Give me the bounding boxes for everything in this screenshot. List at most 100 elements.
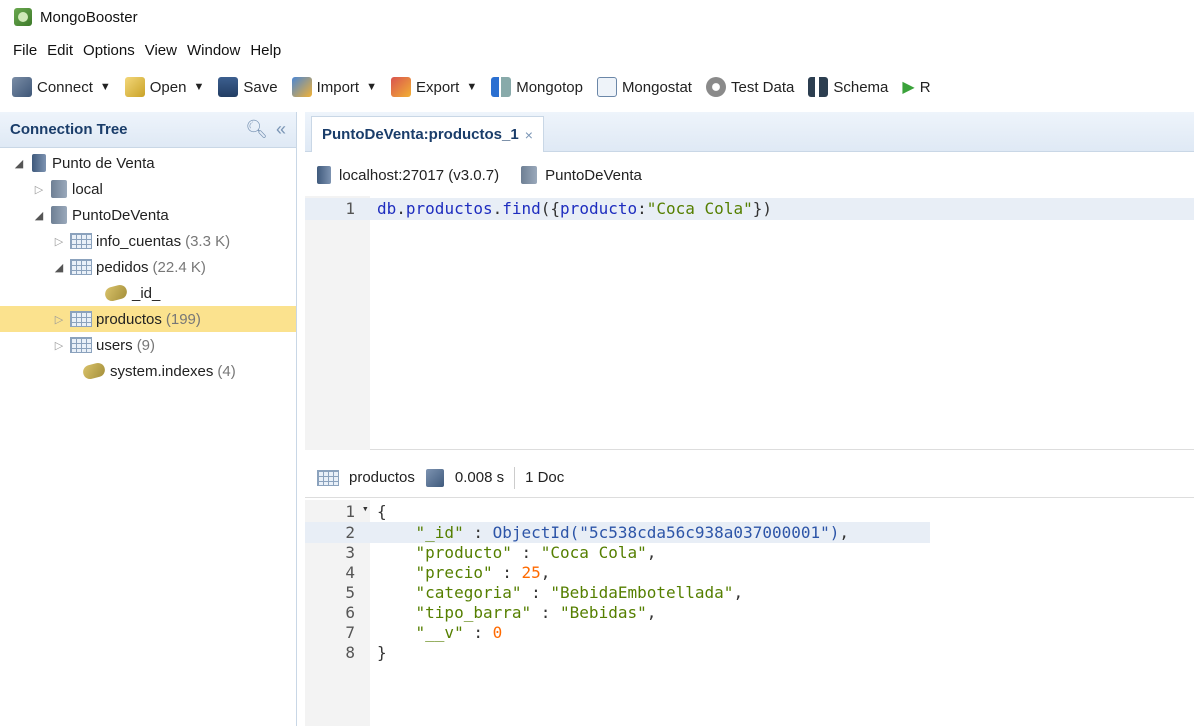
tab-query[interactable]: PuntoDeVenta:productos_1 × [311, 116, 544, 152]
tree-item-punto-de-venta[interactable]: ◢ Punto de Venta [0, 150, 296, 176]
query-editor[interactable]: 1 db.productos.find({producto:"Coca Cola… [305, 196, 1194, 450]
collapsed-arrow-icon[interactable]: ▷ [52, 235, 66, 248]
toolbar: Connect ▼ Open ▼ Save Import ▼ Export ▼ … [0, 70, 1194, 104]
tree-item-puntodeventa[interactable]: ◢ PuntoDeVenta [0, 202, 296, 228]
menu-options[interactable]: Options [78, 42, 140, 59]
import-button[interactable]: Import ▼ [291, 77, 377, 97]
result-line: 6 "tipo_barra" : "Bebidas", [305, 603, 1194, 623]
field-value: "Coca Cola" [540, 543, 647, 562]
expanded-arrow-icon[interactable]: ◢ [12, 157, 26, 170]
tree-item-count: (4) [217, 362, 236, 380]
result-line: 1 ▾{ [305, 502, 1194, 522]
mongotop-button[interactable]: Mongotop [491, 77, 583, 97]
tree-item-label: users [96, 336, 133, 354]
result-line: 3 "producto" : "Coca Cola", [305, 543, 1194, 563]
tree-item-local[interactable]: ▷ local [0, 176, 296, 202]
field-value: "Bebidas" [560, 603, 647, 622]
run-button[interactable]: ▶ R [902, 77, 930, 97]
save-button[interactable]: Save [218, 77, 278, 97]
close-icon[interactable]: × [525, 127, 533, 143]
server-address: localhost:27017 (v3.0.7) [339, 166, 500, 184]
chevron-down-icon: ▼ [366, 81, 377, 93]
result-code: "categoria" : "BebidaEmbotellada", [415, 583, 744, 602]
test-data-button[interactable]: Test Data [705, 77, 794, 97]
result-code: "_id" : ObjectId("5c538cda56c938a0370000… [415, 523, 850, 542]
result-line: 4 "precio" : 25, [305, 563, 1194, 583]
search-icon[interactable]: 🔍︎ [245, 119, 268, 140]
expanded-arrow-icon[interactable]: ◢ [32, 209, 46, 222]
connection-tree-panel: Connection Tree 🔍︎ « ◢ Punto de Venta ▷ … [0, 112, 297, 726]
collapsed-arrow-icon[interactable]: ▷ [32, 183, 46, 196]
connect-button[interactable]: Connect ▼ [12, 77, 111, 97]
schema-button[interactable]: Schema [808, 77, 888, 97]
connection-tree: ◢ Punto de Venta ▷ local ◢ PuntoDeVenta … [0, 150, 296, 384]
connect-icon [12, 77, 32, 97]
menu-window[interactable]: Window [182, 42, 245, 59]
editor-tab-bar: PuntoDeVenta:productos_1 × [305, 112, 1194, 152]
field-key: "__v" [415, 623, 464, 642]
result-code: "tipo_barra" : "Bebidas", [415, 603, 657, 622]
tree-item-label: Punto de Venta [52, 154, 155, 172]
collapsed-arrow-icon[interactable]: ▷ [52, 339, 66, 352]
tree-item-users[interactable]: ▷ users (9) [0, 332, 296, 358]
open-button[interactable]: Open ▼ [124, 77, 204, 97]
connection-info-bar: localhost:27017 (v3.0.7) PuntoDeVenta [305, 158, 1194, 192]
fold-arrow-icon[interactable]: ▾ [362, 502, 369, 515]
tree-item-label: pedidos [96, 258, 149, 276]
collection-icon [70, 311, 92, 327]
tree-item-productos[interactable]: ▷ productos (199) [0, 306, 296, 332]
app-title: MongoBooster [40, 8, 138, 26]
code-collection: productos [405, 199, 493, 218]
menu-help[interactable]: Help [245, 42, 286, 59]
result-line: 8 } [305, 643, 1194, 663]
query-code: db.productos.find({producto:"Coca Cola"}… [377, 199, 772, 218]
run-label: R [919, 78, 931, 96]
collection-icon [70, 259, 92, 275]
field-key: "precio" [415, 563, 493, 582]
editor-gutter [305, 196, 370, 450]
collapsed-arrow-icon[interactable]: ▷ [52, 313, 66, 326]
import-icon [291, 77, 312, 97]
menu-view[interactable]: View [140, 42, 182, 59]
title-bar: MongoBooster [0, 0, 1194, 34]
tree-item-label: local [72, 180, 103, 198]
collection-icon [317, 469, 339, 486]
tree-item-id-index[interactable]: _id_ [0, 280, 296, 306]
code-method: find [502, 199, 541, 218]
menu-file[interactable]: File [8, 42, 42, 59]
mongostat-button[interactable]: Mongostat [596, 77, 692, 97]
result-doc-count: 1 Doc [525, 469, 565, 486]
result-time: 0.008 s [454, 469, 505, 486]
result-info-bar: productos 0.008 s 1 Doc [305, 458, 1194, 498]
tree-item-system-indexes[interactable]: system.indexes (4) [0, 358, 296, 384]
field-value: 0 [492, 623, 503, 642]
server-icon [32, 154, 46, 172]
save-label: Save [243, 78, 278, 96]
field-value: 25 [521, 563, 541, 582]
tree-item-label: info_cuentas [96, 232, 182, 250]
tab-label: PuntoDeVenta:productos_1 [322, 126, 519, 143]
app-logo-icon [14, 8, 32, 26]
result-code: "__v" : 0 [415, 623, 503, 642]
connection-tree-tools: 🔍︎ « [245, 119, 286, 140]
tree-item-label: system.indexes [110, 362, 214, 380]
schema-tree-icon [808, 77, 829, 97]
chevron-down-icon: ▼ [99, 81, 111, 93]
line-number: 1 [345, 199, 355, 218]
import-label: Import [316, 78, 360, 96]
database-icon [521, 166, 538, 184]
export-button[interactable]: Export ▼ [390, 77, 477, 97]
result-viewer[interactable]: 1 ▾{ 2 "_id" : ObjectId("5c538cda56c938a… [305, 500, 1194, 726]
chart-line-icon [596, 77, 617, 97]
menu-edit[interactable]: Edit [42, 42, 78, 59]
code-db: db [377, 199, 397, 218]
tree-item-pedidos[interactable]: ◢ pedidos (22.4 K) [0, 254, 296, 280]
tree-item-count: (199) [165, 310, 201, 328]
collapse-panel-icon[interactable]: « [276, 119, 286, 140]
collection-icon [70, 337, 92, 353]
result-line: 2 "_id" : ObjectId("5c538cda56c938a03700… [305, 523, 1194, 543]
tree-item-info-cuentas[interactable]: ▷ info_cuentas (3.3 K) [0, 228, 296, 254]
line-number: 7 [345, 623, 355, 642]
expanded-arrow-icon[interactable]: ◢ [52, 261, 66, 274]
database-icon [51, 180, 67, 198]
